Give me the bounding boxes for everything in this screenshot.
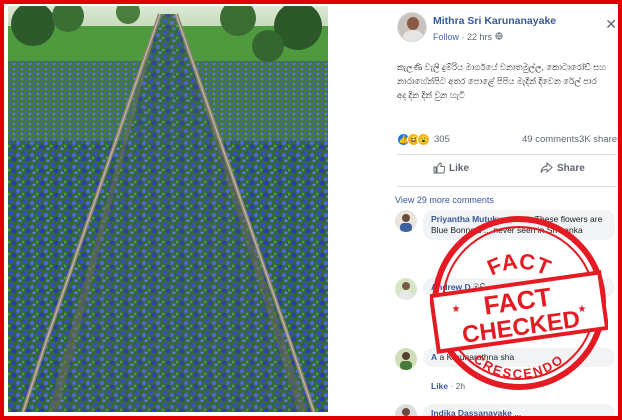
commenter-name[interactable]: Indika Dassanayake [431, 408, 512, 416]
divider [397, 154, 617, 155]
star-icon: ★ [452, 304, 461, 315]
comment-text: ... [514, 408, 522, 416]
reactions-bar: 👍 😆 😮 305 49 comments 3K shares [397, 132, 618, 148]
share-arrow-icon [540, 161, 553, 174]
commenter-avatar[interactable] [395, 210, 417, 232]
wow-reaction-icon[interactable]: 😮 [417, 133, 430, 146]
share-label: Share [557, 163, 585, 174]
post-caption: කැලණි වැලි දුම්රිය මාර්ගයේ වනාතමුල්ල, කො… [397, 62, 606, 100]
thumbs-up-icon [433, 162, 446, 174]
comment-bubble: Indika Dassanayake ... [423, 404, 615, 416]
post-header: Mithra Sri Karunanayake Follow · 22 hrs … [397, 12, 617, 48]
follow-row: Follow · 22 hrs [433, 32, 503, 42]
fact-checked-stamp: FACT FACT CHECKED CRESCENDO ★ ★ [430, 216, 608, 390]
comment-count[interactable]: 49 comments [522, 134, 579, 145]
share-count[interactable]: 3K shares [579, 134, 618, 145]
like-label: Like [449, 163, 470, 174]
separator: · [461, 32, 465, 42]
post-time[interactable]: 22 hrs [467, 32, 492, 42]
close-icon[interactable]: ✕ [605, 16, 617, 33]
railway-flowers-image [8, 6, 328, 412]
author-avatar[interactable] [397, 12, 427, 42]
commenter-avatar[interactable] [395, 404, 417, 416]
commenter-avatar[interactable] [395, 278, 417, 300]
share-button[interactable]: Share [540, 161, 585, 180]
star-icon: ★ [578, 304, 587, 315]
post-photo[interactable] [8, 6, 328, 412]
author-name[interactable]: Mithra Sri Karunanayake [433, 15, 556, 27]
follow-link[interactable]: Follow [433, 32, 459, 42]
divider [397, 186, 617, 187]
stamp-top-text: FACT [484, 248, 555, 280]
view-more-comments[interactable]: View 29 more comments [395, 195, 494, 205]
reaction-count[interactable]: 305 [434, 134, 450, 145]
comment-item: Indika Dassanayake ... [395, 404, 617, 416]
like-button[interactable]: Like [433, 162, 469, 180]
commenter-avatar[interactable] [395, 348, 417, 370]
globe-icon [494, 32, 503, 42]
